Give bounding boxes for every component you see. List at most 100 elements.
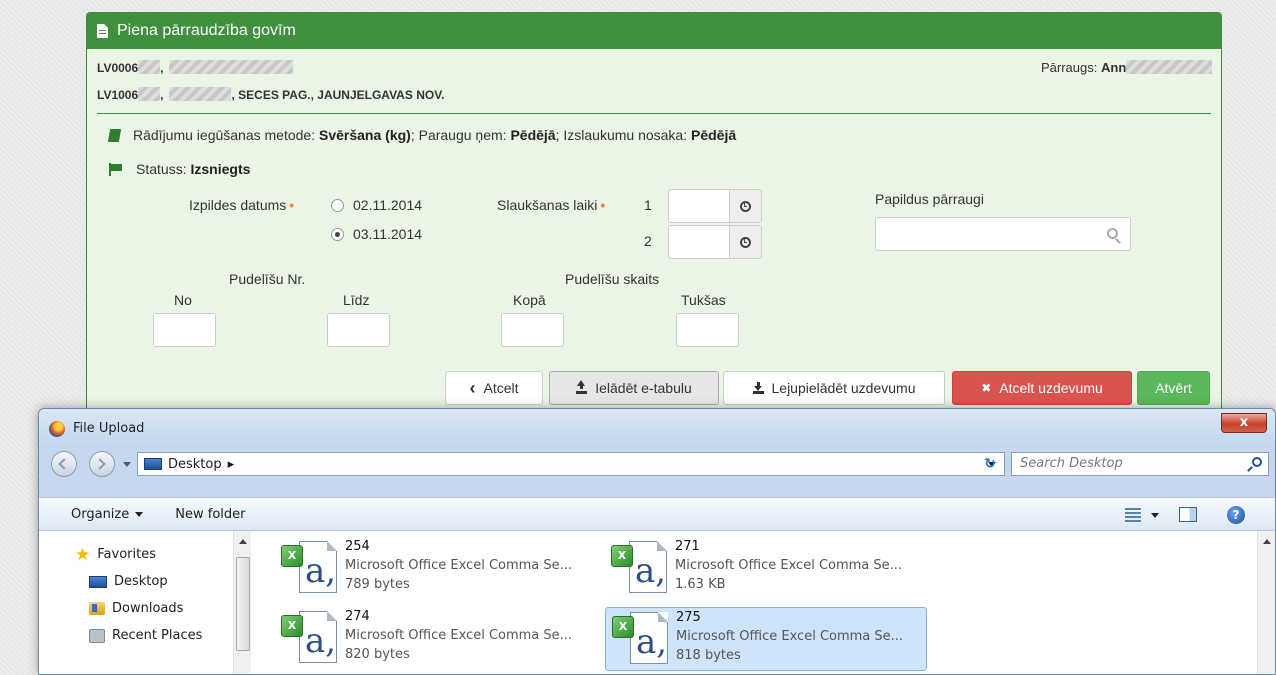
- supervisor: Pārraugs: Ann: [1041, 60, 1213, 75]
- panel-header: Piena pārraudzība govīm: [87, 13, 1221, 49]
- dialog-body: ★ Favorites Desktop Downloads Recent Pla…: [39, 531, 1275, 674]
- method-row: Rādījumu iegūšanas metode: Svēršana (kg)…: [107, 127, 736, 143]
- file-item-271[interactable]: a, X 271 Microsoft Office Excel Comma Se…: [605, 537, 927, 601]
- upload-spreadsheet-button[interactable]: Ielādēt e-tabulu: [549, 371, 719, 405]
- file-item-275[interactable]: a, X 275 Microsoft Office Excel Comma Se…: [605, 607, 927, 671]
- new-folder-button[interactable]: New folder: [175, 507, 245, 522]
- redacted-block: [1126, 60, 1213, 74]
- arrow-left-icon: [58, 458, 70, 470]
- forward-button[interactable]: [89, 451, 115, 477]
- milking-time-2-input[interactable]: [668, 225, 730, 259]
- star-icon: ★: [75, 544, 91, 565]
- search-icon: [1107, 228, 1118, 239]
- excel-icon: X: [611, 545, 633, 567]
- open-button[interactable]: Atvērt: [1137, 371, 1210, 405]
- document-icon: [97, 24, 108, 38]
- clock-button[interactable]: [730, 225, 762, 259]
- empty-label: Tukšas: [681, 292, 726, 308]
- bottle-count-label: Pudelīšu skaits: [565, 271, 660, 287]
- excel-icon: X: [612, 616, 634, 638]
- date-radio-2[interactable]: [331, 228, 344, 241]
- status-row: Statuss: Izsniegts: [109, 161, 250, 177]
- scroll-thumb[interactable]: [236, 557, 250, 651]
- breadcrumb-arrow-icon[interactable]: ▸: [228, 457, 235, 472]
- downloads-icon: [89, 602, 105, 615]
- refresh-icon[interactable]: ↻: [975, 452, 1005, 476]
- file-item-274[interactable]: a, X 274 Microsoft Office Excel Comma Se…: [275, 607, 597, 671]
- address-line-2: LV1006,, SECES PAG., JAUNJELGAVAS NOV.: [97, 87, 445, 102]
- navigation-pane: ★ Favorites Desktop Downloads Recent Pla…: [39, 531, 251, 674]
- book-icon: [107, 128, 122, 142]
- history-dropdown-icon[interactable]: [123, 462, 131, 467]
- preview-pane-icon[interactable]: [1179, 507, 1197, 522]
- csv-file-icon: a, X: [281, 611, 339, 667]
- nav-desktop[interactable]: Desktop: [89, 574, 168, 589]
- cancel-button[interactable]: ‹ Atcelt: [445, 371, 543, 405]
- file-upload-dialog: File Upload x Desktop ▸ ↻ Search Desktop…: [38, 408, 1276, 675]
- dialog-toolbar: Organize New folder ?: [39, 497, 1275, 531]
- milking-time-1: [668, 189, 762, 223]
- scroll-up-icon[interactable]: [1263, 539, 1271, 544]
- milking-time-1-input[interactable]: [668, 189, 730, 223]
- cancel-task-button[interactable]: ✖ Atcelt uzdevumu: [952, 371, 1132, 405]
- nav-favorites[interactable]: ★ Favorites: [75, 544, 156, 565]
- upload-icon: [576, 379, 588, 394]
- dialog-navbar: Desktop ▸ ↻ Search Desktop: [39, 447, 1275, 481]
- desktop-icon: [89, 575, 107, 588]
- times-icon: ✖: [981, 381, 992, 395]
- clock-icon: [740, 236, 751, 248]
- milking-2-label: 2: [644, 233, 652, 249]
- download-task-button[interactable]: Lejupielādēt uzdevumu: [723, 371, 945, 405]
- caret-down-icon[interactable]: [1151, 513, 1159, 518]
- date-option-1-label: 02.11.2014: [353, 197, 423, 213]
- nav-recent-places[interactable]: Recent Places: [89, 628, 202, 643]
- nav-scrollbar[interactable]: [233, 531, 251, 674]
- separator: [97, 113, 1211, 114]
- milk-recording-panel: Piena pārraudzība govīm LV0006, LV1006,,…: [86, 12, 1222, 432]
- date-label: Izpildes datums •: [189, 197, 295, 213]
- redacted-block: [169, 60, 294, 74]
- search-desktop-input[interactable]: Search Desktop: [1011, 452, 1269, 476]
- download-icon: [752, 381, 764, 394]
- desktop-icon: [144, 458, 162, 470]
- help-icon[interactable]: ?: [1227, 506, 1245, 524]
- redacted-block: [169, 87, 232, 101]
- clock-button[interactable]: [730, 189, 762, 223]
- csv-file-icon: a, X: [611, 541, 669, 597]
- from-label: No: [174, 292, 192, 308]
- search-icon: [1252, 457, 1262, 467]
- milking-1-label: 1: [644, 197, 652, 213]
- extra-supervisors-search[interactable]: [875, 217, 1131, 251]
- chevron-left-icon: ‹: [469, 378, 476, 398]
- organize-button[interactable]: Organize: [71, 507, 144, 522]
- views-icon[interactable]: [1125, 508, 1141, 522]
- milking-time-2: [668, 225, 762, 259]
- date-option-2-label: 03.11.2014: [353, 226, 423, 242]
- close-button[interactable]: x: [1221, 413, 1267, 433]
- bottle-to-input[interactable]: [327, 313, 390, 347]
- bottle-total-input[interactable]: [501, 313, 564, 347]
- caret-down-icon: [135, 511, 144, 517]
- csv-file-icon: a, X: [281, 541, 339, 597]
- bottle-nr-label: Pudelīšu Nr.: [229, 271, 306, 287]
- milking-times-label: Slaukšanas laiki •: [497, 197, 606, 213]
- arrow-right-icon: [94, 458, 106, 470]
- dialog-titlebar: File Upload x: [39, 409, 1275, 447]
- flag-icon: [109, 163, 123, 176]
- bottle-empty-input[interactable]: [676, 313, 739, 347]
- date-radio-1[interactable]: [331, 199, 344, 212]
- scroll-up-icon[interactable]: [239, 539, 247, 544]
- file-item-254[interactable]: a, X 254 Microsoft Office Excel Comma Se…: [275, 537, 597, 601]
- redacted-block: [138, 87, 161, 101]
- nav-downloads[interactable]: Downloads: [89, 601, 183, 616]
- bottle-from-input[interactable]: [153, 313, 216, 347]
- total-label: Kopā: [513, 292, 546, 308]
- excel-icon: X: [281, 615, 303, 637]
- files-scrollbar[interactable]: [1257, 531, 1275, 674]
- csv-file-icon: a, X: [612, 612, 670, 668]
- to-label: Līdz: [343, 292, 370, 308]
- back-button[interactable]: [51, 451, 77, 477]
- address-line-1: LV0006,: [97, 60, 294, 75]
- firefox-icon: [49, 421, 65, 437]
- address-bar[interactable]: Desktop ▸: [137, 452, 1005, 476]
